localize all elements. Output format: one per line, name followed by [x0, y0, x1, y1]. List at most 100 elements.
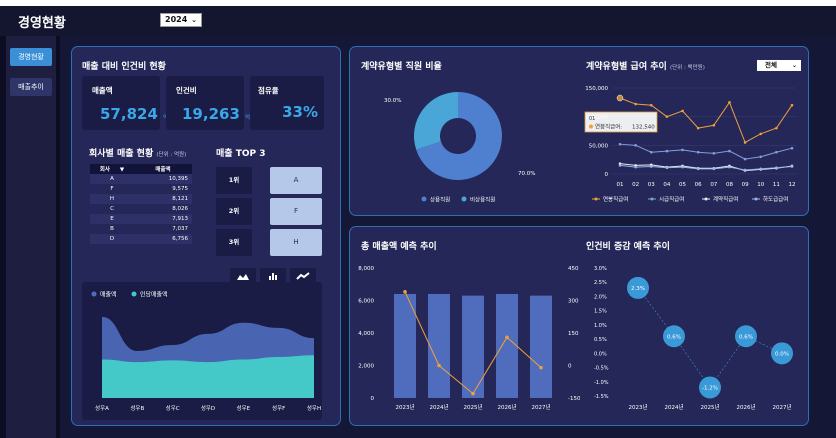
salary-trend-unit: (단위 : 백만원) — [669, 65, 705, 71]
rank-label: 2위 — [216, 198, 252, 225]
kpi-value: 33% — [282, 103, 318, 121]
labor-forecast-title: 인건비 증감 예측 추이 — [586, 242, 670, 252]
company-sales-title: 회사별 매출 현황 (단위 : 억원) — [89, 146, 186, 159]
legend-marker — [131, 291, 137, 297]
table-cell-sales: 9,575 — [172, 186, 188, 192]
sidebar-item-sales-trend[interactable]: 매출추이 — [10, 78, 52, 96]
data-point — [649, 150, 653, 154]
data-point — [696, 167, 700, 171]
data-point — [618, 164, 622, 167]
data-point — [743, 141, 747, 144]
data-label: 0.6% — [739, 334, 753, 340]
rank-company: F — [270, 198, 322, 225]
x-tick-label: 2026년 — [497, 403, 516, 411]
area-chart-button[interactable] — [230, 268, 256, 282]
data-point — [728, 101, 731, 104]
sidebar-item-overview[interactable]: 경영현황 — [10, 48, 52, 66]
legend-marker — [594, 197, 598, 201]
table-cell-sales: 7,913 — [172, 216, 188, 222]
data-point — [712, 123, 716, 127]
table-cell-company: B — [110, 226, 114, 232]
y-tick-label: 0 — [371, 396, 375, 402]
table-row: F 9,575 — [90, 184, 192, 194]
data-point — [712, 167, 716, 171]
header-bar — [0, 6, 836, 36]
salary-trend-title: 계약유형별 급여 추이 (단위 : 백만원) — [586, 59, 705, 72]
area-chart-container: 매출액 인당매출액 성우A 성우B 성우C 성우D 성우E 성우F 성우H — [82, 282, 322, 420]
data-point — [665, 115, 669, 118]
chevron-down-icon: ⌄ — [191, 16, 197, 24]
legend-label: 시급직급여 — [659, 195, 684, 203]
data-point — [790, 146, 794, 150]
year-select[interactable]: 2024 ⌄ — [160, 13, 202, 27]
table-row: C 8,026 — [90, 204, 192, 214]
highlight-point — [616, 94, 624, 102]
company-sales-table: 회사 ▼ 매출액 A 10,395 F 9,575 H 8,121 C 8,026 E 7,913… — [90, 164, 192, 244]
kpi-value: 19,263 — [182, 105, 240, 123]
legend-marker — [650, 197, 654, 201]
data-point — [790, 103, 794, 107]
table-cell-sales: 10,395 — [168, 176, 188, 182]
x-tick-label: 2026년 — [736, 403, 755, 411]
y-tick-label: 2.5% — [594, 280, 607, 286]
y2-tick-label: 300 — [568, 299, 579, 305]
y-tick-label: 1.0% — [594, 323, 607, 329]
data-point — [759, 155, 763, 159]
bar — [428, 294, 450, 398]
table-cell-company: A — [110, 176, 114, 182]
rank-label: 3위 — [216, 229, 252, 256]
table-header-company[interactable]: 회사 ▼ — [90, 164, 134, 174]
sales-forecast-chart: 8,000 6,000 4,000 2,000 0 450 300 150 0 -150 2023년… — [358, 266, 580, 411]
data-point — [505, 335, 509, 340]
data-point — [618, 142, 622, 146]
x-tick-label: 10 — [757, 182, 764, 188]
bar — [462, 295, 484, 398]
x-tick-label: 03 — [648, 182, 655, 188]
table-row: D 6,756 — [90, 234, 192, 244]
data-point — [437, 363, 441, 368]
y-tick-label: 50,000 — [589, 143, 609, 149]
x-tick-label: 01 — [617, 182, 624, 188]
data-point — [634, 144, 637, 147]
x-tick-label: 2025년 — [700, 403, 719, 411]
legend-label: 연봉직급여 — [603, 195, 628, 203]
bar-chart-button[interactable] — [260, 268, 286, 282]
filter-value: 전체 — [765, 61, 777, 69]
x-tick-label: 11 — [773, 182, 780, 188]
y-tick-label: 0.0% — [594, 351, 607, 357]
y-tick-label: 150,000 — [585, 86, 608, 92]
data-point — [759, 167, 763, 171]
kpi-card-sales: 매출액 57,824 억원 — [82, 76, 173, 130]
data-point — [775, 166, 778, 169]
x-tick-label: 07 — [710, 182, 717, 188]
kpi-value-wrap: 19,263 억원 — [182, 104, 255, 123]
tooltip-marker — [589, 124, 593, 129]
sidebar — [6, 36, 56, 438]
x-tick-label: 성우A — [95, 404, 109, 412]
y-tick-label: 0 — [605, 172, 609, 178]
table-cell-company: H — [109, 196, 115, 202]
bar — [530, 295, 552, 398]
line-chart-button[interactable] — [290, 268, 316, 282]
x-tick-label: 성우E — [237, 404, 251, 412]
kpi-value: 57,824 — [100, 105, 158, 123]
legend-label: 비상용직원 — [470, 196, 495, 204]
x-tick-label: 09 — [742, 182, 749, 188]
x-tick-label: 성우F — [272, 404, 285, 412]
data-point — [681, 148, 684, 152]
y-tick-label: 3.0% — [594, 266, 607, 272]
app-title: 경영현황 — [18, 16, 66, 31]
data-point — [665, 166, 669, 169]
x-tick-label: 2027년 — [531, 403, 550, 411]
table-cell-company: C — [110, 206, 114, 212]
filter-icon[interactable]: ▼ — [120, 167, 124, 173]
y2-tick-label: 450 — [568, 266, 579, 272]
table-row: A 10,395 — [90, 174, 192, 184]
data-point — [743, 157, 747, 161]
kpi-label: 인건비 — [176, 86, 197, 95]
contract-filter-select[interactable]: 전체 ⌄ — [757, 60, 801, 71]
x-tick-label: 12 — [789, 182, 796, 188]
salary-trend-title-text: 계약유형별 급여 추이 — [586, 62, 667, 72]
salary-line-chart: 150,000100,00050,00000102030405060708091… — [584, 86, 796, 203]
data-label: 0.6% — [667, 334, 681, 340]
